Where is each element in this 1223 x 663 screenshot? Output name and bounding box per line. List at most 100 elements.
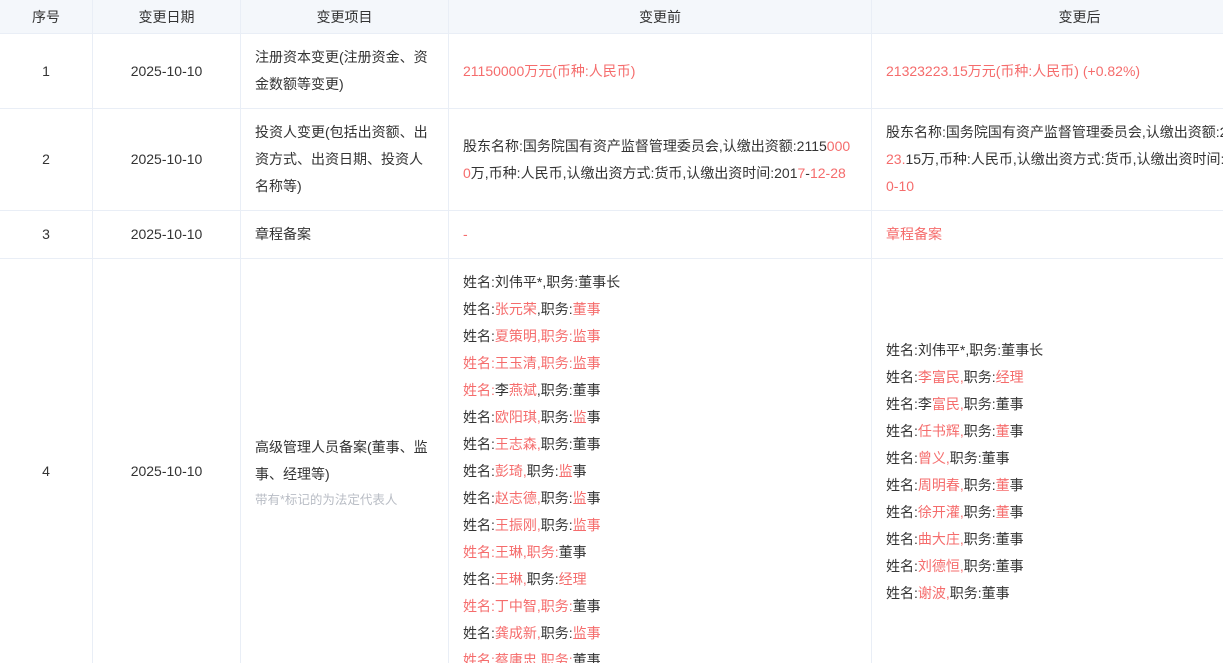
diff-text: 事 — [587, 490, 601, 506]
diff-changed-text: 任书辉, — [918, 423, 964, 439]
diff-text: 董事 — [559, 544, 587, 560]
diff-text: 姓名: — [463, 328, 495, 344]
table-row-1: 12025-10-10 注册资本变更(注册资金、资金数额等变更) 21150000万… — [0, 34, 1223, 109]
diff-changed-text: 夏策明,职务:监事 — [495, 328, 601, 344]
after-change-cell: 21323223.15万元(币种:人民币) (+0.82%) — [872, 34, 1223, 109]
diff-line: 姓名:刘伟平*,职务:董事长 — [886, 337, 1223, 364]
diff-text: ,职务:董事 — [537, 382, 601, 398]
change-date: 2025-10-10 — [93, 211, 241, 259]
diff-changed-text: 姓名:王琳,职务: — [463, 544, 559, 560]
diff-text: 职务: — [964, 504, 996, 520]
diff-text: 股东名称:国务院国有资产监督管理委员会,认缴出资额:2115 — [463, 138, 827, 154]
diff-line: 姓名:李燕斌,职务:董事 — [463, 377, 857, 404]
change-item: 高级管理人员备案(董事、监事、经理等)带有*标记的为法定代表人 — [241, 259, 449, 663]
diff-changed-text: 经理 — [996, 369, 1024, 385]
diff-text: 职务: — [964, 477, 996, 493]
diff-text: 职务: — [541, 625, 573, 641]
diff-changed-text: 王志森, — [495, 436, 541, 452]
diff-text: 姓名: — [886, 369, 918, 385]
diff-changed-text: 经理 — [559, 571, 587, 587]
change-item: 注册资本变更(注册资金、资金数额等变更) — [241, 34, 449, 109]
diff-text: 姓名: — [463, 625, 495, 641]
before-change-cell: 股东名称:国务院国有资产监督管理委员会,认缴出资额:21150000万,币种:人… — [449, 109, 872, 211]
table-row-3: 32025-10-10章程备案-章程备案 — [0, 211, 1223, 259]
diff-line: 姓名:徐开灌,职务:董事 — [886, 499, 1223, 526]
diff-text: 姓名: — [463, 436, 495, 452]
diff-changed-text: 李富民, — [918, 369, 964, 385]
diff-text: 事 — [587, 409, 601, 425]
diff-text: 姓名: — [886, 450, 918, 466]
diff-line: 姓名:王琳,职务:董事 — [463, 539, 857, 566]
column-header-0: 序号 — [0, 0, 93, 34]
diff-changed-text: 董 — [996, 504, 1010, 520]
diff-line: 姓名:谢波,职务:董事 — [886, 580, 1223, 607]
change-date: 2025-10-10 — [93, 34, 241, 109]
diff-changed-text: 刘德恒, — [918, 558, 964, 574]
diff-changed-text: 赵志德, — [495, 490, 541, 506]
diff-changed-text: 富民, — [932, 396, 964, 412]
diff-changed-text: 董 — [996, 477, 1010, 493]
diff-changed-text: 监 — [559, 463, 573, 479]
diff-changed-text: 谢波, — [918, 585, 950, 601]
diff-line: 姓名:任书辉,职务:董事 — [886, 418, 1223, 445]
diff-text: 事 — [1010, 423, 1024, 439]
diff-changed-text: 姓名:蔡庸忠,职务: — [463, 652, 573, 663]
diff-line: 姓名:夏策明,职务:监事 — [463, 323, 857, 350]
column-header-4: 变更后 — [872, 0, 1223, 34]
diff-text: 姓名: — [463, 463, 495, 479]
diff-line: 姓名:曾义,职务:董事 — [886, 445, 1223, 472]
diff-changed-text: 曲大庄, — [918, 531, 964, 547]
diff-text: 姓名: — [886, 585, 918, 601]
diff-changed-text: 21323223.15万元(币种:人民币) (+0.82%) — [886, 63, 1140, 79]
diff-line: 姓名:刘伟平*,职务:董事长 — [463, 269, 857, 296]
diff-changed-text: 张元荣 — [495, 301, 537, 317]
diff-changed-text: 董 — [996, 423, 1010, 439]
diff-text: 职务: — [541, 409, 573, 425]
diff-text: 职务: — [964, 423, 996, 439]
before-change-cell: - — [449, 211, 872, 259]
row-number: 2 — [0, 109, 93, 211]
diff-line: 21323223.15万元(币种:人民币) (+0.82%) — [886, 58, 1223, 85]
change-records-table: 序号变更日期变更项目变更前变更后 12025-10-10注册资本变更(注册资金、… — [0, 0, 1223, 663]
diff-text: 姓名: — [886, 477, 918, 493]
change-item: 投资人变更(包括出资额、出资方式、出资日期、投资人名称等) — [241, 109, 449, 211]
diff-text: 姓名: — [463, 409, 495, 425]
diff-text: 李 — [495, 382, 509, 398]
diff-text: 职务:董事 — [964, 558, 1024, 574]
table-row-4: 42025-10-10高级管理人员备案(董事、监事、经理等)带有*标记的为法定代… — [0, 259, 1223, 663]
table-body: 12025-10-10注册资本变更(注册资金、资金数额等变更)21150000万… — [0, 34, 1223, 663]
diff-changed-text: 姓名:王玉清,职务:监事 — [463, 355, 601, 371]
diff-text: 姓名: — [463, 571, 495, 587]
diff-line: 股东名称:国务院国有资产监督管理委员会,认缴出资额:21323223.15万,币… — [886, 119, 1223, 200]
diff-line: 姓名:龚成新,职务:监事 — [463, 620, 857, 647]
diff-line: 姓名:赵志德,职务:监事 — [463, 485, 857, 512]
diff-text: 姓名: — [463, 490, 495, 506]
diff-line: 21150000万元(币种:人民币) — [463, 58, 857, 85]
diff-text: 职务:董事 — [950, 585, 1010, 601]
diff-text: ,职务: — [537, 301, 573, 317]
diff-changed-text: 周明春, — [918, 477, 964, 493]
diff-line: 姓名:王玉清,职务:监事 — [463, 350, 857, 377]
diff-text: 姓名: — [886, 558, 918, 574]
before-change-cell: 21150000万元(币种:人民币) — [449, 34, 872, 109]
diff-line: 股东名称:国务院国有资产监督管理委员会,认缴出资额:21150000万,币种:人… — [463, 133, 857, 187]
legal-representative-note: 带有*标记的为法定代表人 — [255, 490, 434, 510]
diff-text: 职务: — [541, 517, 573, 533]
table-row-2: 22025-10-10投资人变更(包括出资额、出资方式、出资日期、投资人名称等)… — [0, 109, 1223, 211]
diff-text: 姓名: — [886, 423, 918, 439]
diff-text: 董事 — [573, 598, 601, 614]
diff-text: 姓名: — [886, 531, 918, 547]
row-number: 1 — [0, 34, 93, 109]
diff-text: 姓名: — [886, 504, 918, 520]
diff-text: 15万,币种:人民币,认缴出资方式:货币,认缴出资时间:20 — [905, 151, 1223, 167]
diff-changed-text: 王琳, — [495, 571, 527, 587]
diff-text: 事 — [573, 463, 587, 479]
diff-line: 姓名:蔡庸忠,职务:董事 — [463, 647, 857, 663]
after-change-cell: 姓名:刘伟平*,职务:董事长姓名:李富民,职务:经理姓名:李富民,职务:董事姓名… — [872, 259, 1223, 663]
diff-text: 董事 — [573, 652, 601, 663]
change-item-label: 注册资本变更(注册资金、资金数额等变更) — [255, 44, 434, 98]
diff-changed-text: 燕斌 — [509, 382, 537, 398]
change-item-label: 投资人变更(包括出资额、出资方式、出资日期、投资人名称等) — [255, 119, 434, 200]
diff-text: 职务:董事 — [964, 531, 1024, 547]
before-change-cell: 姓名:刘伟平*,职务:董事长姓名:张元荣,职务:董事姓名:夏策明,职务:监事姓名… — [449, 259, 872, 663]
